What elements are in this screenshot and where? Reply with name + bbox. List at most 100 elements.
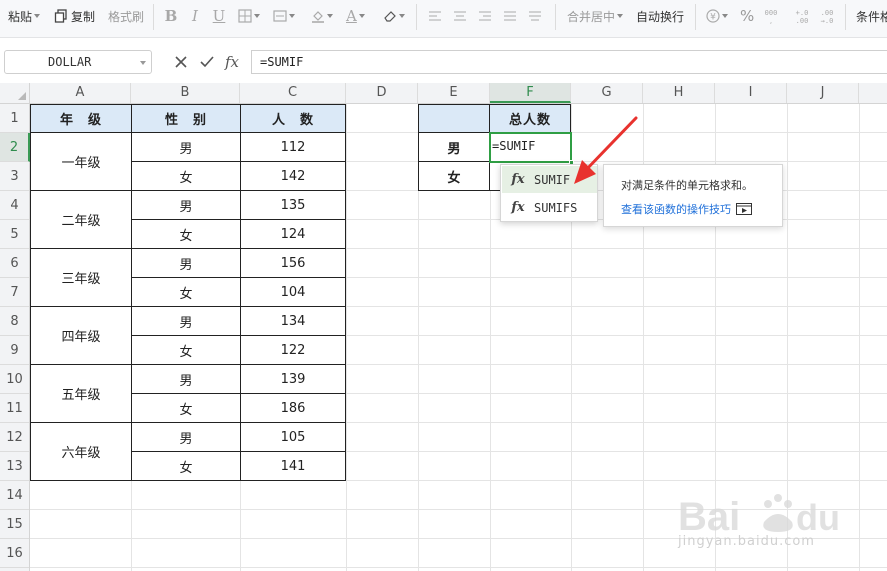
grade-cell[interactable]: 五年级 <box>30 365 132 423</box>
count-cell[interactable]: 105 <box>241 423 346 452</box>
grade-cell[interactable]: 六年级 <box>30 423 132 481</box>
row-header[interactable]: 2 <box>0 133 30 162</box>
count-cell[interactable]: 134 <box>241 307 346 336</box>
formula-input[interactable]: =SUMIF <box>251 50 887 74</box>
column-header[interactable]: I <box>715 83 787 103</box>
column-header[interactable]: C <box>240 83 346 103</box>
column-header[interactable]: D <box>346 83 418 103</box>
table-header-grade[interactable]: 年 级 <box>30 104 132 133</box>
gender-cell[interactable]: 男 <box>132 365 241 394</box>
summary-row-male[interactable]: 男 <box>418 133 490 162</box>
summary-row-female[interactable]: 女 <box>418 162 490 191</box>
count-cell[interactable]: 135 <box>241 191 346 220</box>
insert-function-button[interactable]: fx <box>225 53 239 71</box>
thousands-icon[interactable]: 000, <box>764 6 778 26</box>
count-cell[interactable]: 139 <box>241 365 346 394</box>
table-header-count[interactable]: 人 数 <box>241 104 346 133</box>
count-cell[interactable]: 122 <box>241 336 346 365</box>
grade-cell[interactable]: 三年级 <box>30 249 132 307</box>
fill-color-button[interactable] <box>311 6 333 26</box>
grade-cell[interactable]: 四年级 <box>30 307 132 365</box>
gender-cell[interactable]: 男 <box>132 191 241 220</box>
column-header[interactable]: G <box>571 83 643 103</box>
row-header[interactable]: 15 <box>0 510 29 539</box>
chevron-down-icon[interactable] <box>140 61 146 65</box>
column-header[interactable]: B <box>131 83 240 103</box>
clear-button[interactable] <box>383 6 405 26</box>
column-header[interactable]: F <box>490 83 571 103</box>
copy-button[interactable]: 复制 <box>54 6 95 26</box>
currency-button[interactable]: ¥ <box>706 6 728 26</box>
gender-cell[interactable]: 女 <box>132 336 241 365</box>
gender-cell[interactable]: 女 <box>132 394 241 423</box>
gender-cell[interactable]: 女 <box>132 452 241 481</box>
row-header[interactable]: 4 <box>0 191 29 220</box>
row-header[interactable]: 7 <box>0 278 29 307</box>
wrap-text-button[interactable]: 自动换行 <box>636 6 684 26</box>
distributed-icon[interactable] <box>528 6 542 26</box>
summary-corner-cell[interactable] <box>418 104 490 133</box>
row-header[interactable]: 3 <box>0 162 29 191</box>
autocomplete-item-sumifs[interactable]: fx SUMIFS <box>502 194 597 221</box>
row-header[interactable]: 9 <box>0 336 29 365</box>
row-header[interactable]: 10 <box>0 365 29 394</box>
increase-decimal-icon[interactable]: +.0.00 <box>794 6 810 26</box>
gender-cell[interactable]: 男 <box>132 133 241 162</box>
row-header[interactable]: 14 <box>0 481 29 510</box>
gender-cell[interactable]: 男 <box>132 249 241 278</box>
gender-cell[interactable]: 男 <box>132 307 241 336</box>
bold-button[interactable]: B <box>163 6 179 26</box>
italic-button[interactable]: I <box>187 6 203 26</box>
row-header[interactable]: 1 <box>0 104 29 133</box>
justify-icon[interactable] <box>503 6 517 26</box>
row-header[interactable]: 12 <box>0 423 29 452</box>
select-all-corner[interactable] <box>0 83 30 104</box>
column-header[interactable]: E <box>418 83 490 103</box>
count-cell[interactable]: 186 <box>241 394 346 423</box>
cell-style-button[interactable] <box>273 6 295 26</box>
merge-center-button[interactable]: 合并居中 <box>567 6 624 26</box>
column-header[interactable]: A <box>30 83 131 103</box>
align-center-icon[interactable] <box>453 6 467 26</box>
table-header-gender[interactable]: 性 别 <box>132 104 241 133</box>
border-button[interactable] <box>238 6 260 26</box>
format-painter-button[interactable]: 格式刷 <box>108 6 144 26</box>
count-cell[interactable]: 156 <box>241 249 346 278</box>
percent-button[interactable]: % <box>740 6 754 26</box>
name-box[interactable]: DOLLAR <box>4 50 152 74</box>
column-header[interactable]: J <box>787 83 859 103</box>
row-header[interactable]: 13 <box>0 452 29 481</box>
column-header[interactable]: H <box>643 83 715 103</box>
row-header[interactable]: 11 <box>0 394 29 423</box>
row-header[interactable]: 8 <box>0 307 29 336</box>
count-cell[interactable]: 112 <box>241 133 346 162</box>
conditional-format-button[interactable]: 条件格 <box>856 6 887 26</box>
svg-text:,: , <box>770 17 772 25</box>
row-header[interactable]: 6 <box>0 249 29 278</box>
svg-text:.00: .00 <box>796 17 809 25</box>
summary-header[interactable]: 总人数 <box>490 104 571 133</box>
gender-cell[interactable]: 男 <box>132 423 241 452</box>
count-cell[interactable]: 124 <box>241 220 346 249</box>
cancel-icon[interactable] <box>172 53 190 71</box>
row-header[interactable]: 16 <box>0 539 29 568</box>
count-cell[interactable]: 104 <box>241 278 346 307</box>
align-right-icon[interactable] <box>478 6 492 26</box>
align-left-icon[interactable] <box>428 6 442 26</box>
count-cell[interactable]: 141 <box>241 452 346 481</box>
underline-button[interactable]: U <box>211 6 227 26</box>
grade-cell[interactable]: 二年级 <box>30 191 132 249</box>
gender-cell[interactable]: 女 <box>132 278 241 307</box>
decrease-decimal-icon[interactable]: .00→.0 <box>819 6 835 26</box>
tooltip-help-link[interactable]: 查看该函数的操作技巧 <box>621 201 782 217</box>
toolbar-divider <box>416 4 417 30</box>
paste-button[interactable]: 粘贴 <box>8 6 41 26</box>
toolbar-divider <box>153 4 154 30</box>
gender-cell[interactable]: 女 <box>132 220 241 249</box>
row-header[interactable]: 5 <box>0 220 29 249</box>
confirm-icon[interactable] <box>198 53 216 71</box>
grade-cell[interactable]: 一年级 <box>30 133 132 191</box>
gender-cell[interactable]: 女 <box>132 162 241 191</box>
font-color-button[interactable]: A <box>346 6 365 26</box>
count-cell[interactable]: 142 <box>241 162 346 191</box>
